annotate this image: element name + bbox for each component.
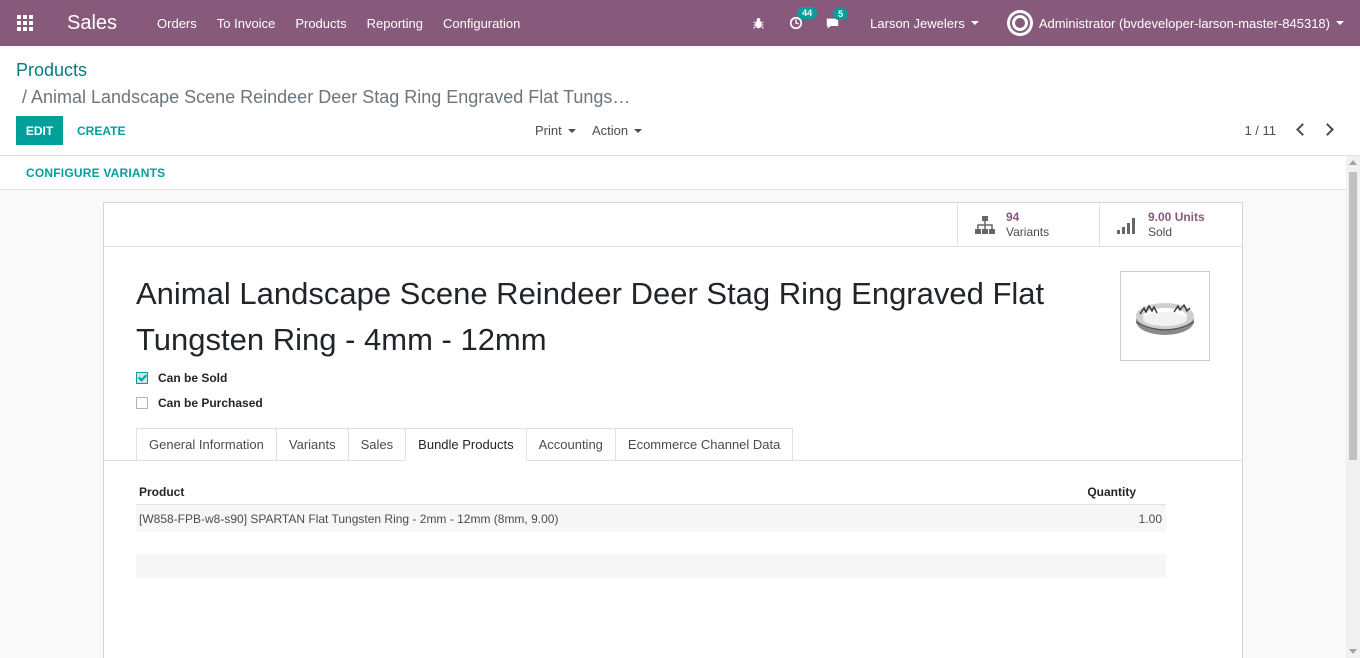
action-dropdown[interactable]: Action: [592, 116, 643, 145]
menu-to-invoice[interactable]: To Invoice: [217, 16, 276, 31]
scroll-up-icon[interactable]: [1349, 160, 1357, 165]
activity-clock-icon[interactable]: 44: [789, 7, 818, 30]
row-quantity-cell[interactable]: 1.00: [1046, 512, 1166, 526]
units-sold-label: Sold: [1148, 225, 1173, 239]
scrollbar-thumb[interactable]: [1349, 172, 1357, 460]
control-panel: Products / Animal Landscape Scene Reinde…: [0, 46, 1360, 156]
form-tabs: General Information Variants Sales Bundl…: [136, 428, 794, 461]
can-be-sold-label: Can be Sold: [158, 371, 228, 385]
action-label: Action: [592, 123, 629, 138]
units-sold-value: 9.00 Units: [1148, 210, 1205, 224]
menu-orders[interactable]: Orders: [157, 16, 197, 31]
tab-sales[interactable]: Sales: [347, 428, 406, 461]
user-avatar: [1006, 10, 1033, 36]
pager-value[interactable]: 1 / 11: [1244, 123, 1276, 138]
tab-accounting[interactable]: Accounting: [526, 428, 615, 461]
caret-down-icon: [634, 128, 643, 133]
caret-down-icon: [970, 21, 979, 25]
form-sheet: 94 Variants 9.00 Units Sold Animal Lands…: [103, 202, 1243, 658]
breadcrumb-products[interactable]: Products: [16, 60, 87, 81]
product-image[interactable]: [1120, 271, 1210, 361]
activity-count-badge: 44: [797, 7, 818, 19]
scroll-down-icon[interactable]: [1349, 649, 1357, 654]
empty-table-row: [136, 554, 1166, 578]
debug-bug-icon[interactable]: [752, 17, 765, 30]
row-product-cell[interactable]: [W858-FPB-w8-s90] SPARTAN Flat Tungsten …: [136, 512, 1046, 526]
edit-button[interactable]: EDIT: [16, 116, 63, 145]
menu-products[interactable]: Products: [295, 16, 346, 31]
can-be-purchased-label: Can be Purchased: [158, 396, 263, 410]
tab-bundle-products[interactable]: Bundle Products: [405, 428, 527, 461]
column-header-product[interactable]: Product: [136, 485, 1046, 499]
can-be-purchased-row[interactable]: Can be Purchased: [136, 396, 263, 410]
table-row[interactable]: [W858-FPB-w8-s90] SPARTAN Flat Tungsten …: [136, 505, 1166, 532]
tab-ecommerce-channel-data[interactable]: Ecommerce Channel Data: [614, 428, 794, 461]
vertical-scrollbar[interactable]: [1346, 156, 1360, 658]
can-be-sold-row[interactable]: Can be Sold: [136, 371, 227, 385]
pager-previous-icon[interactable]: [1294, 122, 1308, 136]
bundle-products-table: Product Quantity [W858-FPB-w8-s90] SPART…: [136, 479, 1166, 532]
tab-variants[interactable]: Variants: [275, 428, 348, 461]
caret-down-icon: [1336, 21, 1344, 25]
variants-count: 94: [1006, 210, 1020, 224]
configure-variants-button[interactable]: CONFIGURE VARIANTS: [26, 166, 165, 180]
create-button[interactable]: CREATE: [77, 116, 125, 145]
messages-chat-icon[interactable]: 5: [825, 7, 849, 30]
column-header-quantity[interactable]: Quantity: [1046, 485, 1166, 499]
pager-next-icon[interactable]: [1322, 122, 1336, 136]
can-be-purchased-checkbox[interactable]: [136, 397, 148, 409]
apps-menu-icon[interactable]: [0, 0, 50, 46]
top-navbar: Sales Orders To Invoice Products Reporti…: [0, 0, 1360, 46]
company-switcher[interactable]: Larson Jewelers: [870, 16, 979, 31]
units-sold-smart-button[interactable]: 9.00 Units Sold: [1099, 203, 1242, 247]
variants-label: Variants: [1006, 225, 1050, 239]
variants-smart-button[interactable]: 94 Variants: [957, 203, 1099, 247]
message-count-badge: 5: [833, 7, 849, 20]
user-menu[interactable]: Administrator (bvdeveloper-larson-master…: [1006, 10, 1344, 36]
product-name: Animal Landscape Scene Reindeer Deer Sta…: [136, 276, 1045, 357]
ring-image-icon: [1135, 303, 1195, 335]
print-label: Print: [535, 123, 562, 138]
menu-reporting[interactable]: Reporting: [367, 16, 423, 31]
company-name: Larson Jewelers: [870, 15, 965, 31]
can-be-sold-checkbox[interactable]: [136, 372, 148, 384]
user-name: Administrator (bvdeveloper-larson-master…: [1038, 15, 1330, 31]
table-header-row: Product Quantity: [136, 479, 1166, 505]
form-status-bar: CONFIGURE VARIANTS: [0, 156, 1346, 190]
menu-configuration[interactable]: Configuration: [443, 16, 520, 31]
caret-down-icon: [567, 128, 576, 133]
signal-chart-icon: [1116, 215, 1138, 235]
print-dropdown[interactable]: Print: [535, 116, 576, 145]
smart-button-box: 94 Variants 9.00 Units Sold: [104, 203, 1242, 247]
app-name[interactable]: Sales: [67, 12, 117, 35]
breadcrumb-current: / Animal Landscape Scene Reindeer Deer S…: [22, 87, 631, 107]
sitemap-icon: [974, 215, 996, 235]
tab-general-information[interactable]: General Information: [136, 428, 276, 461]
